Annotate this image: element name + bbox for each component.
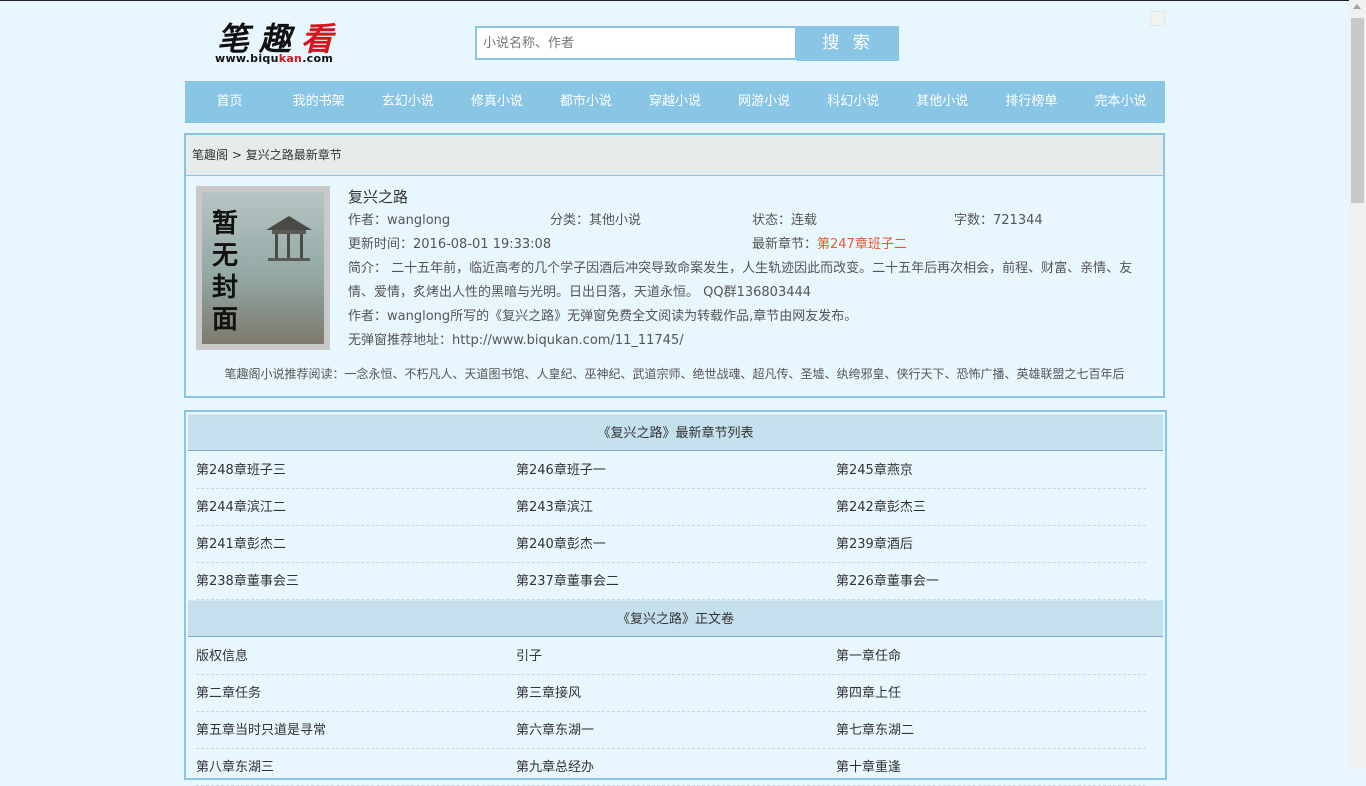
- nav-item-scifi[interactable]: 科幻小说: [809, 81, 898, 123]
- word-count: 字数：721344: [954, 213, 1043, 228]
- logo-url: www.biqukan.com: [215, 52, 334, 65]
- recommend-address: 无弹窗推荐地址：http://www.biqukan.com/11_11745/: [348, 333, 684, 348]
- nav-item-home[interactable]: 首页: [185, 81, 274, 123]
- search-input[interactable]: [477, 28, 795, 58]
- latest-chapters-grid: 第248章班子三 第246章班子一 第245章燕京 第244章滨江二 第243章…: [196, 452, 1146, 600]
- corner-icon[interactable]: [1150, 11, 1165, 26]
- nav-item-fantasy[interactable]: 玄幻小说: [363, 81, 452, 123]
- book-details: 复兴之路 作者：wanglong 分类：其他小说 状态：连载 字数：721344…: [348, 185, 1158, 353]
- chapter-link[interactable]: 第245章燕京: [836, 452, 913, 489]
- latest-chapters-title: 《复兴之路》最新章节列表: [188, 414, 1163, 451]
- chapter-link[interactable]: 第240章彭杰一: [516, 526, 606, 563]
- vertical-scrollbar[interactable]: [1349, 0, 1366, 768]
- nav-item-bookshelf[interactable]: 我的书架: [274, 81, 363, 123]
- book-title: 复兴之路: [348, 188, 409, 206]
- breadcrumb: 笔趣阁 > 复兴之路最新章节: [186, 135, 1163, 176]
- book-cover[interactable]: 暂无封面: [196, 186, 330, 350]
- search-button[interactable]: 搜 索: [797, 26, 899, 61]
- book-update-row: 更新时间：2016-08-01 19:33:08 最新章节：第247章班子二: [348, 233, 1158, 257]
- chapter-link[interactable]: 版权信息: [196, 638, 248, 675]
- latest-chapter-link[interactable]: 第247章班子二: [817, 237, 907, 252]
- chapter-link[interactable]: 第一章任命: [836, 638, 901, 675]
- chapter-link[interactable]: 第五章当时只道是寻常: [196, 712, 326, 749]
- category: 分类：其他小说: [550, 213, 642, 228]
- chapter-link[interactable]: 第七章东湖二: [836, 712, 914, 749]
- chapter-list-panel: 《复兴之路》最新章节列表 第248章班子三 第246章班子一 第245章燕京 第…: [184, 410, 1167, 786]
- book-info-panel: 笔趣阁 > 复兴之路最新章节 暂无封面 复兴之路 作者：wanglong 分类：…: [184, 133, 1165, 398]
- chapter-link[interactable]: 第二章任务: [196, 675, 261, 712]
- chapter-link[interactable]: 第248章班子三: [196, 452, 286, 489]
- status: 状态：连载: [752, 213, 818, 228]
- chapter-link[interactable]: 第244章滨江二: [196, 489, 286, 526]
- breadcrumb-current: 复兴之路最新章节: [245, 148, 342, 162]
- latest-chapter: 最新章节：第247章班子二: [752, 237, 907, 252]
- scrollbar-thumb[interactable]: [1351, 18, 1364, 203]
- chapter-link[interactable]: 第六章东湖一: [516, 712, 594, 749]
- chapter-row: 第238章董事会三 第237章董事会二 第226章董事会一: [196, 563, 1146, 600]
- chapter-link[interactable]: 第239章酒后: [836, 526, 913, 563]
- search-field[interactable]: [475, 26, 797, 60]
- chapter-link[interactable]: 第226章董事会一: [836, 563, 939, 600]
- chapter-link[interactable]: 引子: [516, 638, 542, 675]
- book-meta-row: 作者：wanglong 分类：其他小说 状态：连载 字数：721344: [348, 209, 1158, 233]
- chapter-row: 版权信息 引子 第一章任命: [196, 638, 1146, 675]
- chapter-link[interactable]: 第243章滨江: [516, 489, 593, 526]
- chapter-link[interactable]: 第四章上任: [836, 675, 901, 712]
- chapter-link[interactable]: 第246章班子一: [516, 452, 606, 489]
- main-volume-title: 《复兴之路》正文卷: [188, 600, 1163, 637]
- book-intro: 简介： 二十五年前，临近高考的几个学子因酒后冲突导致命案发生，人生轨迹因此而改变…: [348, 261, 1133, 300]
- chapter-link[interactable]: 第242章彭杰三: [836, 489, 926, 526]
- chapter-row: 第241章彭杰二 第240章彭杰一 第239章酒后: [196, 526, 1146, 563]
- page-top-border: [0, 0, 1366, 1]
- nav-item-ranking[interactable]: 排行榜单: [987, 81, 1076, 123]
- chapter-link[interactable]: 第241章彭杰二: [196, 526, 286, 563]
- recommend-address-link[interactable]: http://www.biqukan.com/11_11745/: [452, 333, 684, 348]
- nav-item-completed[interactable]: 完本小说: [1076, 81, 1165, 123]
- chapter-link[interactable]: 第237章董事会二: [516, 563, 619, 600]
- update-time: 更新时间：2016-08-01 19:33:08: [348, 237, 552, 252]
- chapter-row: 第二章任务 第三章接风 第四章上任: [196, 675, 1146, 712]
- main-volume-grid: 版权信息 引子 第一章任命 第二章任务 第三章接风 第四章上任 第五章当时只道是…: [196, 638, 1146, 786]
- nav-item-online-game[interactable]: 网游小说: [720, 81, 809, 123]
- nav-item-urban[interactable]: 都市小说: [541, 81, 630, 123]
- cover-text: 暂无封面: [212, 209, 239, 335]
- nav-item-time-travel[interactable]: 穿越小说: [630, 81, 719, 123]
- chapter-row: 第248章班子三 第246章班子一 第245章燕京: [196, 452, 1146, 489]
- nav-item-other[interactable]: 其他小说: [898, 81, 987, 123]
- pavilion-icon: [266, 216, 312, 261]
- recommend-reading[interactable]: 笔趣阁小说推荐阅读：一念永恒、不朽凡人、天道图书馆、人皇纪、巫神纪、武道宗师、绝…: [186, 365, 1163, 382]
- chapter-link[interactable]: 第三章接风: [516, 675, 581, 712]
- nav-item-xiuzhen[interactable]: 修真小说: [452, 81, 541, 123]
- author: 作者：wanglong: [348, 213, 451, 228]
- cover-image: 暂无封面: [202, 192, 324, 344]
- main-nav: 首页 我的书架 玄幻小说 修真小说 都市小说 穿越小说 网游小说 科幻小说 其他…: [185, 81, 1165, 123]
- author-note: 作者：wanglong所写的《复兴之路》无弹窗免费全文阅读为转载作品,章节由网友…: [348, 309, 858, 324]
- scroll-up-icon[interactable]: [1353, 4, 1361, 9]
- site-logo[interactable]: 笔趣看 www.biqukan.com: [213, 14, 353, 70]
- chapter-row: 第244章滨江二 第243章滨江 第242章彭杰三: [196, 489, 1146, 526]
- chapter-row: 第五章当时只道是寻常 第六章东湖一 第七章东湖二: [196, 712, 1146, 749]
- breadcrumb-home[interactable]: 笔趣阁: [192, 148, 228, 162]
- chapter-link[interactable]: 第238章董事会三: [196, 563, 299, 600]
